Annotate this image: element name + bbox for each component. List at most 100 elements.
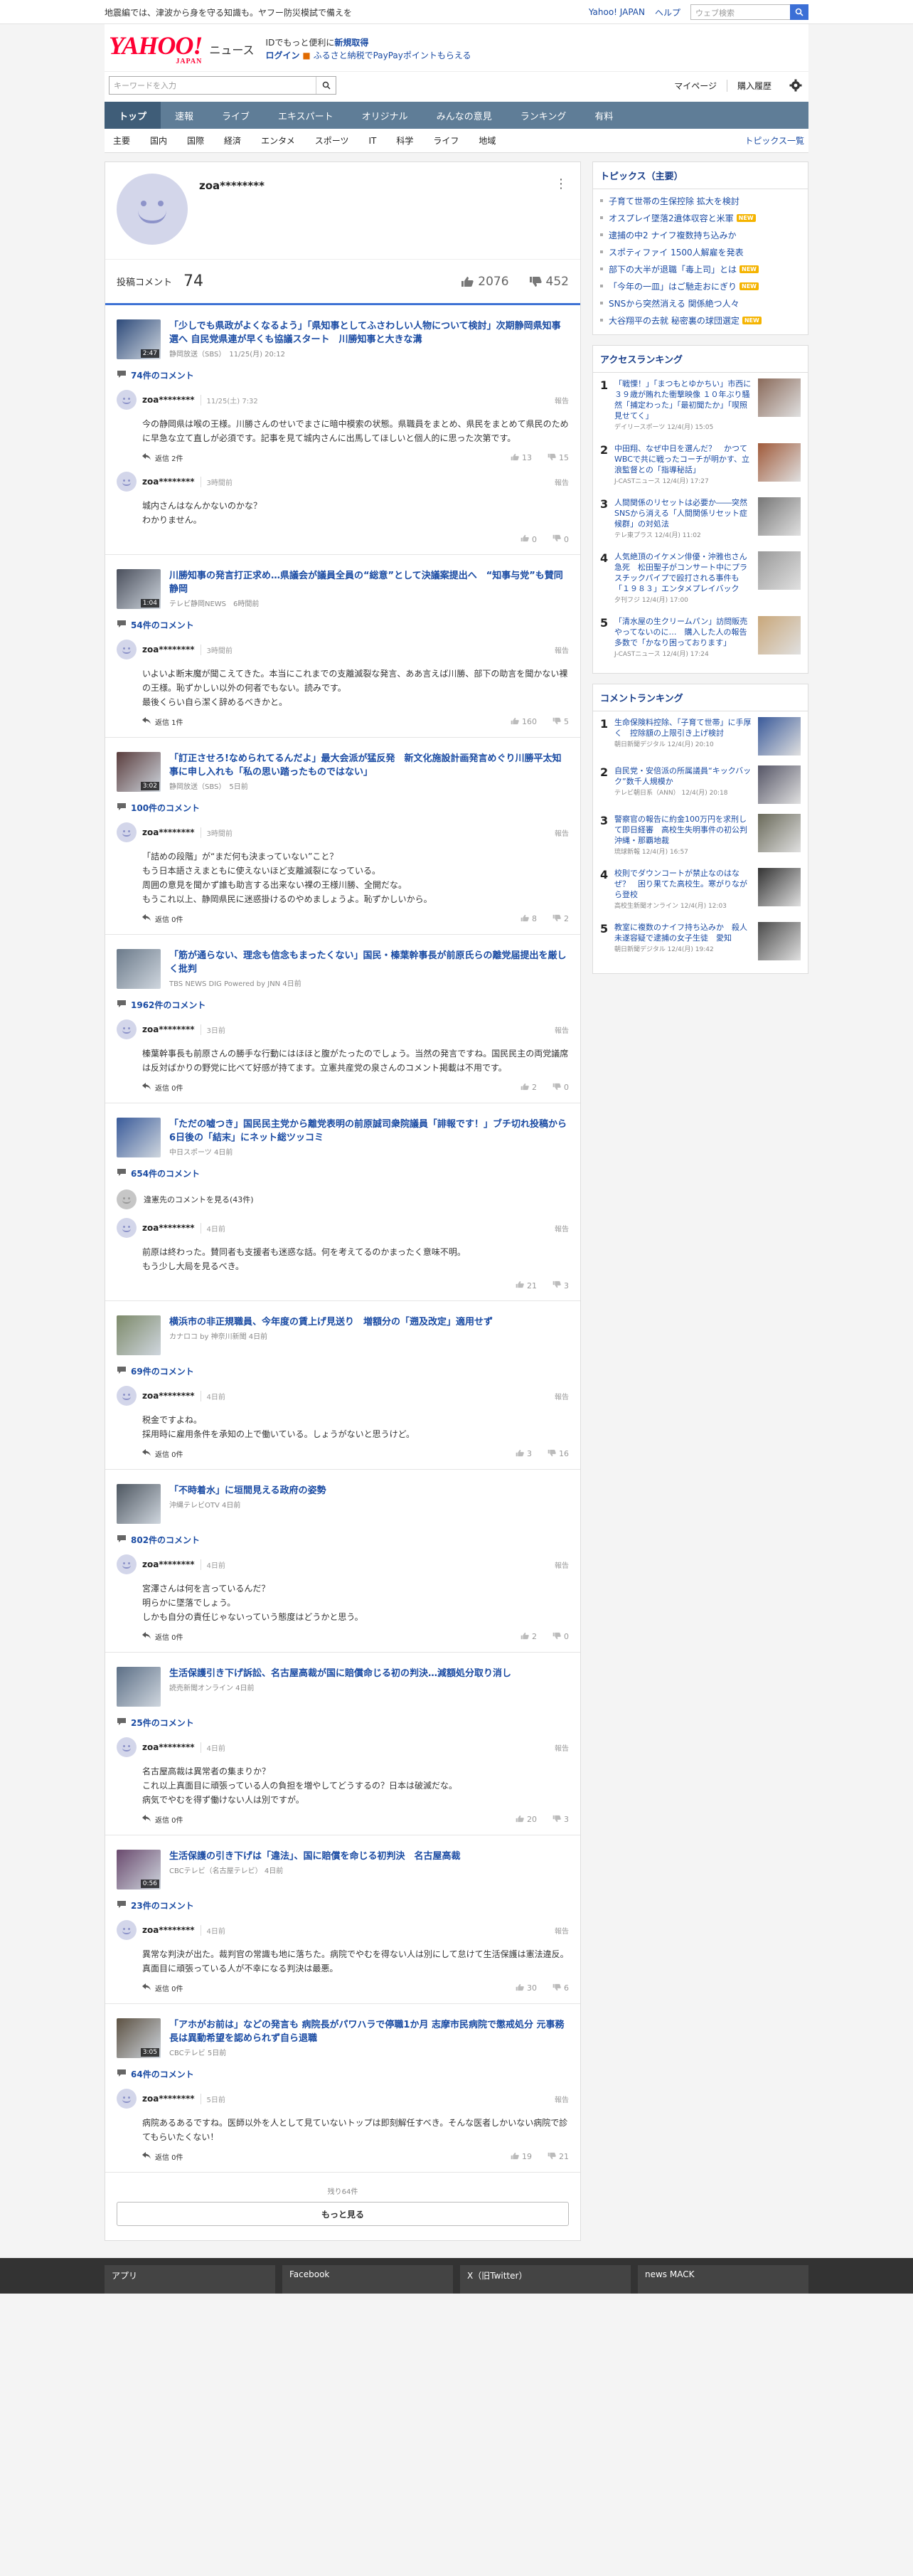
article-title[interactable]: 「少しでも県政がよくなるよう」「県知事としてふさわしい人物について検討」次期静岡… — [169, 319, 569, 346]
ranking-item[interactable]: 1 「戦慄！」「まつもとゆかちい」市西に３９歳が賄れた衝撃映像 １０年ぶり騒然「捕… — [600, 378, 801, 433]
article-title[interactable]: 生活保護の引き下げは「違法」、国に賠償を命じる初判決 名古屋高裁 — [169, 1850, 461, 1863]
help-link[interactable]: ヘルプ — [655, 6, 680, 18]
category-item[interactable]: エンタメ — [251, 134, 305, 147]
thumbs-up-icon[interactable] — [520, 1632, 529, 1642]
settings-button[interactable] — [787, 77, 804, 94]
thumbs-down-icon[interactable] — [552, 1815, 561, 1825]
article-card[interactable]: 2:47 「少しでも県政がよくなるよう」「県知事としてふさわしい人物について検討」… — [117, 319, 569, 359]
mypage-link[interactable]: マイページ — [664, 80, 727, 92]
ranking-item[interactable]: 4 校則でダウンコートが禁止なのはなぜ？ 困り果てた高校生。寒がりながら登校 高校生… — [600, 868, 801, 912]
article-title[interactable]: 「筋が通らない、理念も信念もまったくない」国民・榛葉幹事長が前原氏らの離党届提出… — [169, 949, 569, 976]
ranking-thumbnail[interactable] — [758, 443, 801, 482]
thumbs-up-icon[interactable] — [516, 1815, 524, 1825]
category-item[interactable]: 経済 — [214, 134, 251, 147]
comment-count-link[interactable]: 74件のコメント — [117, 369, 569, 381]
hidden-comments-toggle[interactable]: 違憲先のコメントを見る(43件) — [117, 1189, 569, 1209]
ranking-thumbnail[interactable] — [758, 868, 801, 906]
category-item[interactable]: 科学 — [386, 134, 423, 147]
article-thumbnail[interactable] — [117, 1315, 161, 1355]
ranking-item[interactable]: 5 「清水屋の生クリームパン」訪問販売やってないのに… 購入した人の報告多数で「か… — [600, 616, 801, 660]
article-thumbnail[interactable]: 3:02 — [117, 752, 161, 792]
keyword-search-input[interactable]: キーワードを入力 — [110, 80, 316, 91]
purchase-history-link[interactable]: 購入履歴 — [726, 79, 781, 92]
comment-count-link[interactable]: 802件のコメント — [117, 1534, 569, 1546]
thumbs-up-icon[interactable] — [520, 1083, 529, 1093]
thumbs-down-icon[interactable] — [548, 1449, 556, 1459]
reply-button[interactable]: 返信 0件 — [142, 1814, 183, 1825]
article-thumbnail[interactable] — [117, 949, 161, 989]
ranking-item[interactable]: 2 中田翔、なぜ中日を選んだ？ かつてWBCで共に戦ったコーチが明かす、立浪監督と… — [600, 443, 801, 487]
report-link[interactable]: 報告 — [555, 827, 569, 838]
thumbs-up-icon[interactable] — [516, 1449, 524, 1459]
comment-count-link[interactable]: 25件のコメント — [117, 1717, 569, 1729]
article-card[interactable]: 「ただの嘘つき」国民民主党から離党表明の前原誠司衆院議員「誹報です！」ブチ切れ投… — [117, 1118, 569, 1157]
topic-item[interactable]: 逮捕の中2 ナイフ複数持ち込みか — [600, 226, 801, 243]
comment-count-link[interactable]: 64件のコメント — [117, 2068, 569, 2080]
category-item[interactable]: 国際 — [177, 134, 214, 147]
article-thumbnail[interactable] — [117, 1118, 161, 1157]
nav-item[interactable]: 速報 — [161, 102, 208, 129]
thumbs-down-icon[interactable] — [552, 534, 561, 544]
ranking-thumbnail[interactable] — [758, 765, 801, 804]
article-card[interactable]: 横浜市の非正規職員、今年度の賃上げ見送り 増額分の「遡及改定」適用せず カナロコ … — [117, 1315, 569, 1355]
thumbs-down-icon[interactable] — [552, 717, 561, 727]
yahoo-japan-link[interactable]: Yahoo! JAPAN — [589, 7, 645, 17]
article-thumbnail[interactable] — [117, 1667, 161, 1707]
ranking-title[interactable]: 「戦慄！」「まつもとゆかちい」市西に３９歳が賄れた衝撃映像 １０年ぶり騒然「捕定… — [614, 379, 751, 420]
ranking-thumbnail[interactable] — [758, 551, 801, 590]
report-link[interactable]: 報告 — [555, 1391, 569, 1401]
nav-item[interactable]: ライブ — [208, 102, 264, 129]
nav-item[interactable]: トップ — [105, 102, 161, 129]
service-name[interactable]: ニュース — [209, 41, 254, 58]
thumbs-down-icon[interactable] — [552, 1083, 561, 1093]
ranking-title[interactable]: 教室に複数のナイフ持ち込みか 殺人未遂容疑で逮捕の女子生徒 愛知 — [614, 923, 747, 943]
ranking-thumbnail[interactable] — [758, 814, 801, 852]
notice-link[interactable]: 地震編では、津波から身を守る知識も。ヤフー防災模試で備えを — [105, 6, 352, 18]
reply-button[interactable]: 返信 0件 — [142, 1983, 183, 1993]
report-link[interactable]: 報告 — [555, 1559, 569, 1570]
ranking-title[interactable]: 校則でダウンコートが禁止なのはなぜ？ 困り果てた高校生。寒がりながら登校 — [614, 869, 747, 899]
article-card[interactable]: 「不時着水」に垣間見える政府の姿勢 沖縄テレビOTV 4日前 — [117, 1484, 569, 1524]
thumbs-down-icon[interactable] — [552, 1632, 561, 1642]
ranking-thumbnail[interactable] — [758, 616, 801, 654]
report-link[interactable]: 報告 — [555, 2094, 569, 2104]
reply-button[interactable]: 返信 2件 — [142, 452, 183, 463]
category-item[interactable]: IT — [358, 136, 386, 146]
topic-item[interactable]: 大谷翔平の去就 秘密裏の球団選定 NEW — [600, 312, 801, 329]
show-more-button[interactable]: もっと見る — [117, 2202, 569, 2226]
thumbs-up-icon[interactable] — [520, 914, 529, 924]
topic-item[interactable]: オスプレイ墜落2遺体収容と米軍 NEW — [600, 209, 801, 226]
comment-user[interactable]: zoa******** — [142, 1024, 195, 1034]
report-link[interactable]: 報告 — [555, 477, 569, 487]
thumbs-down-icon[interactable] — [552, 1983, 561, 1993]
category-item[interactable]: 地域 — [469, 134, 506, 147]
reply-button[interactable]: 返信 0件 — [142, 1448, 183, 1459]
thumbs-up-icon[interactable] — [511, 2152, 519, 2162]
web-search-input[interactable]: ウェブ検索 — [690, 4, 790, 20]
thumbs-down-icon[interactable] — [548, 2152, 556, 2162]
nav-item[interactable]: ランキング — [506, 102, 581, 129]
article-card[interactable]: 「筋が通らない、理念も信念もまったくない」国民・榛葉幹事長が前原氏らの離党届提出… — [117, 949, 569, 989]
login-link[interactable]: ログイン — [266, 51, 300, 60]
nav-item[interactable]: オリジナル — [348, 102, 422, 129]
comment-user[interactable]: zoa******** — [142, 1742, 195, 1752]
comment-count-link[interactable]: 23件のコメント — [117, 1899, 569, 1912]
ranking-title[interactable]: 自民党・安倍派の所属議員“キックバック”数千人規模か — [614, 766, 751, 786]
more-options-icon[interactable]: ⋮ — [555, 176, 567, 191]
furusato-link[interactable]: ふるさと納税でPayPayポイントもらえる — [314, 51, 471, 60]
category-item[interactable]: 国内 — [140, 134, 177, 147]
comment-count-link[interactable]: 1962件のコメント — [117, 999, 569, 1011]
ranking-thumbnail[interactable] — [758, 717, 801, 756]
keyword-search-button[interactable] — [316, 77, 336, 94]
yahoo-logo[interactable]: YAHOO! JAPAN — [109, 33, 203, 65]
ranking-item[interactable]: 5 教室に複数のナイフ持ち込みか 殺人未遂容疑で逮捕の女子生徒 愛知 朝日新聞デジタ… — [600, 922, 801, 960]
comment-user[interactable]: zoa******** — [142, 1391, 195, 1401]
comment-user[interactable]: zoa******** — [142, 1223, 195, 1233]
article-thumbnail[interactable] — [117, 1484, 161, 1524]
signup-link[interactable]: 新規取得 — [334, 38, 368, 48]
reply-button[interactable]: 返信 0件 — [142, 1082, 183, 1093]
category-item[interactable]: スポーツ — [305, 134, 359, 147]
ranking-title[interactable]: 人気絶頂のイケメン俳優・沖雅也さん急死 松田聖子がコンサート中にプラスチックパイ… — [614, 552, 747, 593]
comment-user[interactable]: zoa******** — [142, 645, 195, 654]
comment-user[interactable]: zoa******** — [142, 1559, 195, 1569]
